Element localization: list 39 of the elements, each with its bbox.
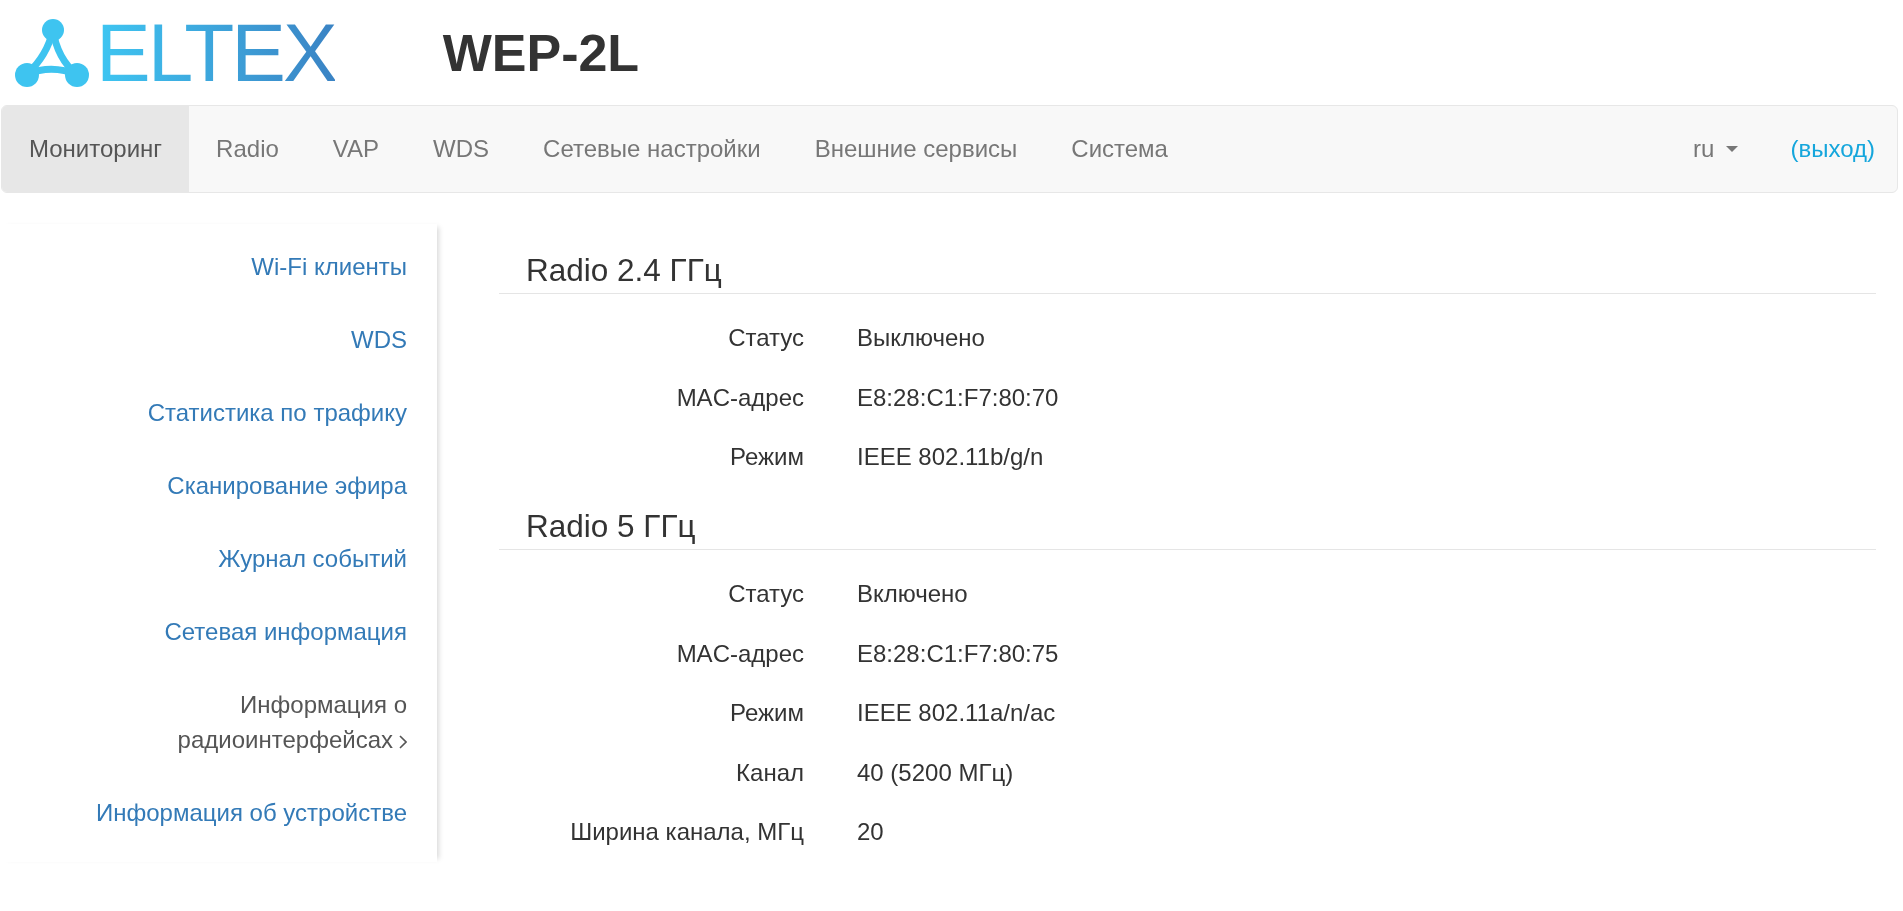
field-label: Режим: [730, 698, 804, 729]
field-value: 40 (5200 МГц): [857, 757, 1014, 788]
field-value: E8:28:C1:F7:80:70: [857, 382, 1059, 413]
sidebar-link[interactable]: Журнал событий: [218, 522, 407, 595]
field-value: IEEE 802.11a/n/ac: [857, 698, 1056, 729]
logout-link[interactable]: (выход): [1764, 131, 1897, 167]
sidebar-link[interactable]: Информация об устройстве: [96, 776, 407, 849]
section-title: Radio 5 ГГц: [526, 508, 696, 544]
language-dropdown[interactable]: ru: [1667, 106, 1765, 192]
nav-tab[interactable]: WDS: [406, 106, 517, 192]
section-title: Radio 2.4 ГГц: [526, 252, 722, 288]
caret-icon: [1726, 146, 1739, 152]
sidebar-link[interactable]: Wi-Fi клиенты: [251, 230, 407, 303]
logo-icon: [13, 17, 90, 88]
field-label: Режим: [730, 442, 804, 473]
field-label: Статус: [728, 579, 804, 610]
field-label: MAC-адрес: [676, 638, 804, 669]
field-value: Включено: [857, 579, 968, 610]
field-value: IEEE 802.11b/g/n: [857, 442, 1044, 473]
field-label: MAC-адрес: [676, 382, 804, 413]
field-value: 20: [857, 817, 884, 848]
nav-tab[interactable]: Внешние сервисы: [787, 106, 1045, 192]
sidebar-link[interactable]: WDS: [351, 303, 407, 376]
field-label: Канал: [736, 757, 804, 788]
device-title: WEP-2L: [442, 26, 640, 79]
sidebar-link[interactable]: Информация о радиоинтерфейсах: [77, 668, 407, 776]
nav-tab[interactable]: Система: [1044, 106, 1195, 192]
sidebar-link[interactable]: Сетевая информация: [164, 595, 407, 668]
chevron-right-icon: [399, 735, 407, 749]
sidebar-link[interactable]: Сканирование эфира: [167, 449, 407, 522]
nav-tab[interactable]: Сетевые настройки: [516, 106, 788, 192]
field-label: Ширина канала, МГц: [570, 817, 804, 848]
field-label: Статус: [728, 323, 804, 354]
sidebar-link[interactable]: Статистика по трафику: [147, 376, 407, 449]
field-value: E8:28:C1:F7:80:75: [857, 638, 1059, 669]
nav-tab[interactable]: VAP: [305, 106, 407, 192]
nav-tab[interactable]: Radio: [189, 106, 306, 192]
field-value: Выключено: [857, 323, 985, 354]
nav-tab[interactable]: Мониторинг: [2, 106, 190, 192]
